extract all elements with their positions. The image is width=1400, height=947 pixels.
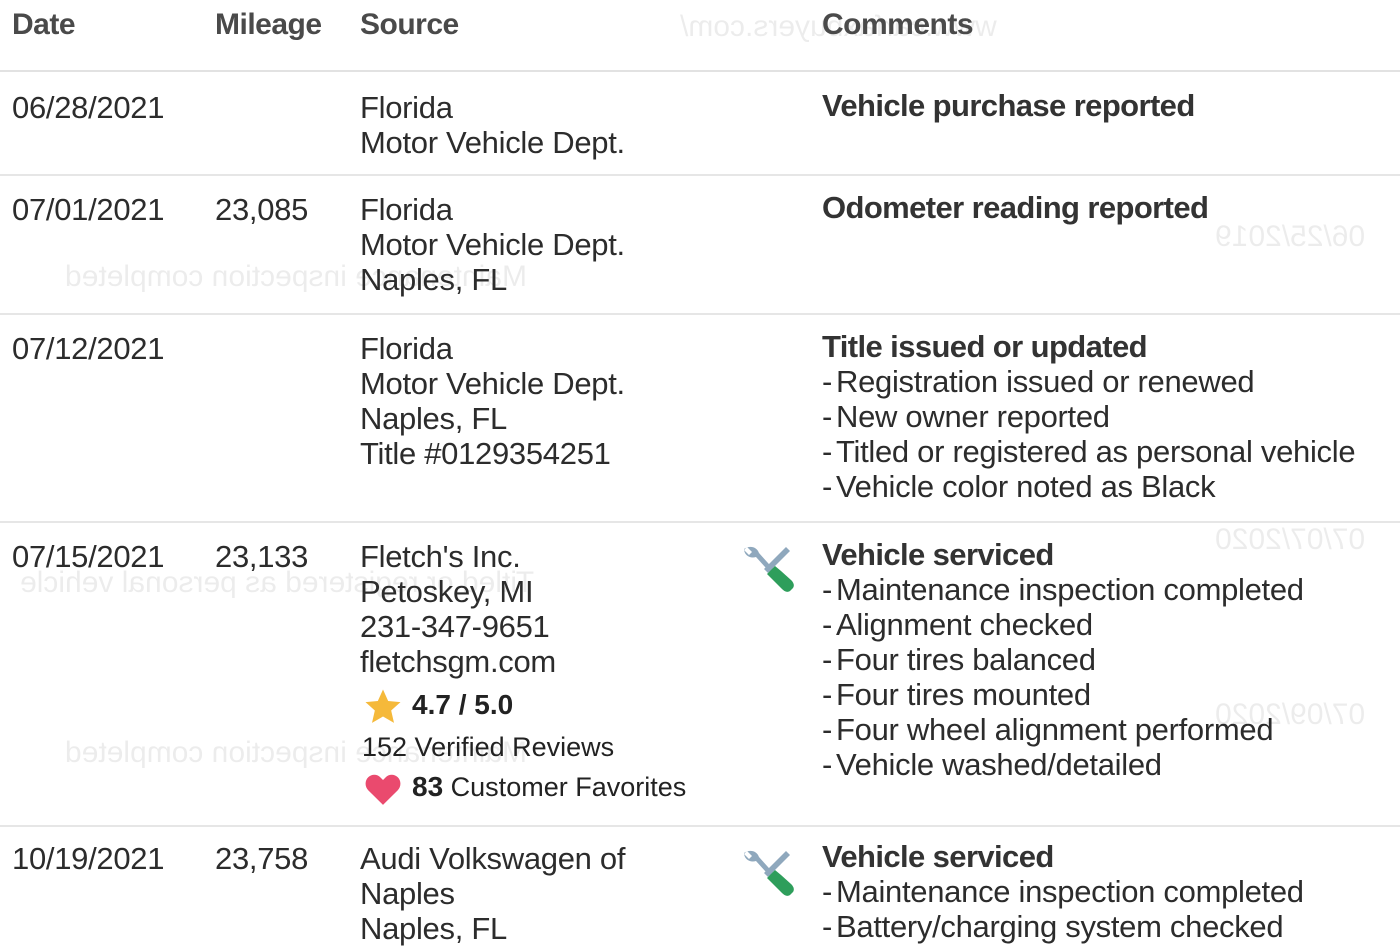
mileage-column-header: Mileage bbox=[215, 8, 322, 41]
comment-title: Vehicle serviced bbox=[822, 537, 1054, 572]
website-link[interactable]: fletchsgm.com bbox=[360, 644, 556, 679]
comment-item: - Maintenance inspection completed bbox=[822, 874, 1304, 909]
row-source: Audi Volkswagen of Naples Naples, FL bbox=[360, 841, 625, 946]
source-line: Naples, FL bbox=[360, 911, 507, 946]
source-line: Motor Vehicle Dept. bbox=[360, 125, 625, 160]
favorites-line: 83 Customer Favorites bbox=[362, 767, 686, 809]
source-line: Naples bbox=[360, 876, 455, 911]
source-line: Petoskey, MI bbox=[360, 574, 534, 609]
source-line: Motor Vehicle Dept. bbox=[360, 227, 625, 262]
comment-title: Odometer reading reported bbox=[822, 190, 1209, 225]
row-date: 06/28/2021 bbox=[12, 90, 165, 125]
row-mileage: 23,085 bbox=[215, 192, 309, 227]
comment-item: - Four wheel alignment performed bbox=[822, 712, 1274, 747]
row-date: 07/01/2021 bbox=[12, 192, 165, 227]
rating-line: 4.7 / 5.0 bbox=[362, 685, 686, 727]
comments-column-header: Comments bbox=[822, 8, 974, 41]
source-line: Florida bbox=[360, 331, 453, 366]
vehicle-history-page: www.carfaxbuyers.com/ 06/25/2019 07/07/2… bbox=[0, 0, 1400, 946]
comment-item: - Battery/charging system checked bbox=[822, 909, 1284, 944]
dealer-rating: 4.7 / 5.0 152 Verified Reviews 83 Custom… bbox=[362, 685, 686, 809]
service-tools-icon bbox=[744, 546, 794, 592]
star-icon bbox=[365, 689, 401, 723]
date-column-header: Date bbox=[12, 8, 76, 41]
row-source: Florida Motor Vehicle Dept. Naples, FL T… bbox=[360, 331, 625, 471]
row-source: Fletch's Inc. Petoskey, MI 231-347-9651 … bbox=[360, 539, 556, 679]
table-header: Date Mileage Source Comments bbox=[0, 0, 1400, 72]
comment-item: - Registration issued or renewed bbox=[822, 364, 1255, 399]
row-comments: Vehicle serviced - Maintenance inspection… bbox=[822, 537, 1304, 782]
source-line: Naples, FL bbox=[360, 262, 507, 297]
row-comments: Title issued or updated - Registration is… bbox=[822, 329, 1356, 504]
source-line: Fletch's Inc. bbox=[360, 539, 521, 574]
source-line: 231-347-9651 bbox=[360, 609, 550, 644]
table-row: 10/19/2021 23,758 Audi Volkswagen of Nap… bbox=[0, 827, 1400, 947]
source-line: Title #0129354251 bbox=[360, 436, 611, 471]
comment-item: - New owner reported bbox=[822, 399, 1110, 434]
verified-reviews[interactable]: 152 Verified Reviews bbox=[362, 727, 686, 767]
row-source: Florida Motor Vehicle Dept. Naples, FL bbox=[360, 192, 625, 297]
row-mileage: 23,758 bbox=[215, 841, 309, 876]
heart-icon bbox=[365, 774, 401, 805]
comment-item: - Titled or registered as personal vehicl… bbox=[822, 434, 1356, 469]
row-comments: Vehicle purchase reported bbox=[822, 88, 1195, 123]
row-date: 10/19/2021 bbox=[12, 841, 165, 876]
comment-item: - Alignment checked bbox=[822, 607, 1093, 642]
favorites-label: Customer Favorites bbox=[450, 771, 687, 802]
source-line: Naples, FL bbox=[360, 401, 507, 436]
table-row: 07/01/2021 23,085 Florida Motor Vehicle … bbox=[0, 176, 1400, 315]
row-date: 07/12/2021 bbox=[12, 331, 165, 366]
source-line: Audi Volkswagen of bbox=[360, 841, 626, 876]
service-tools-icon bbox=[744, 850, 794, 896]
table-row: 07/12/2021 Florida Motor Vehicle Dept. N… bbox=[0, 315, 1400, 523]
comment-title: Vehicle purchase reported bbox=[822, 88, 1195, 123]
rating-value: 4.7 / 5.0 bbox=[412, 689, 514, 720]
comment-title: Title issued or updated bbox=[822, 329, 1148, 364]
row-date: 07/15/2021 bbox=[12, 539, 165, 574]
row-source: Florida Motor Vehicle Dept. bbox=[360, 90, 625, 160]
comment-item: - Vehicle washed/detailed bbox=[822, 747, 1162, 782]
row-mileage: 23,133 bbox=[215, 539, 309, 574]
table-row: 07/15/2021 23,133 Fletch's Inc. Petoskey… bbox=[0, 523, 1400, 827]
source-line: Motor Vehicle Dept. bbox=[360, 366, 625, 401]
comment-item: - Maintenance inspection completed bbox=[822, 572, 1304, 607]
comment-item: - Vehicle color noted as Black bbox=[822, 469, 1216, 504]
comment-item: - Four tires balanced bbox=[822, 642, 1096, 677]
table-row: 06/28/2021 Florida Motor Vehicle Dept. V… bbox=[0, 72, 1400, 176]
comment-item: - Four tires mounted bbox=[822, 677, 1091, 712]
favorites-count: 83 bbox=[412, 770, 444, 802]
row-comments: Odometer reading reported bbox=[822, 190, 1209, 225]
source-column-header: Source bbox=[360, 8, 459, 41]
comment-title: Vehicle serviced bbox=[822, 839, 1054, 874]
source-line: Florida bbox=[360, 90, 453, 125]
row-comments: Vehicle serviced - Maintenance inspection… bbox=[822, 839, 1304, 944]
source-line: Florida bbox=[360, 192, 453, 227]
